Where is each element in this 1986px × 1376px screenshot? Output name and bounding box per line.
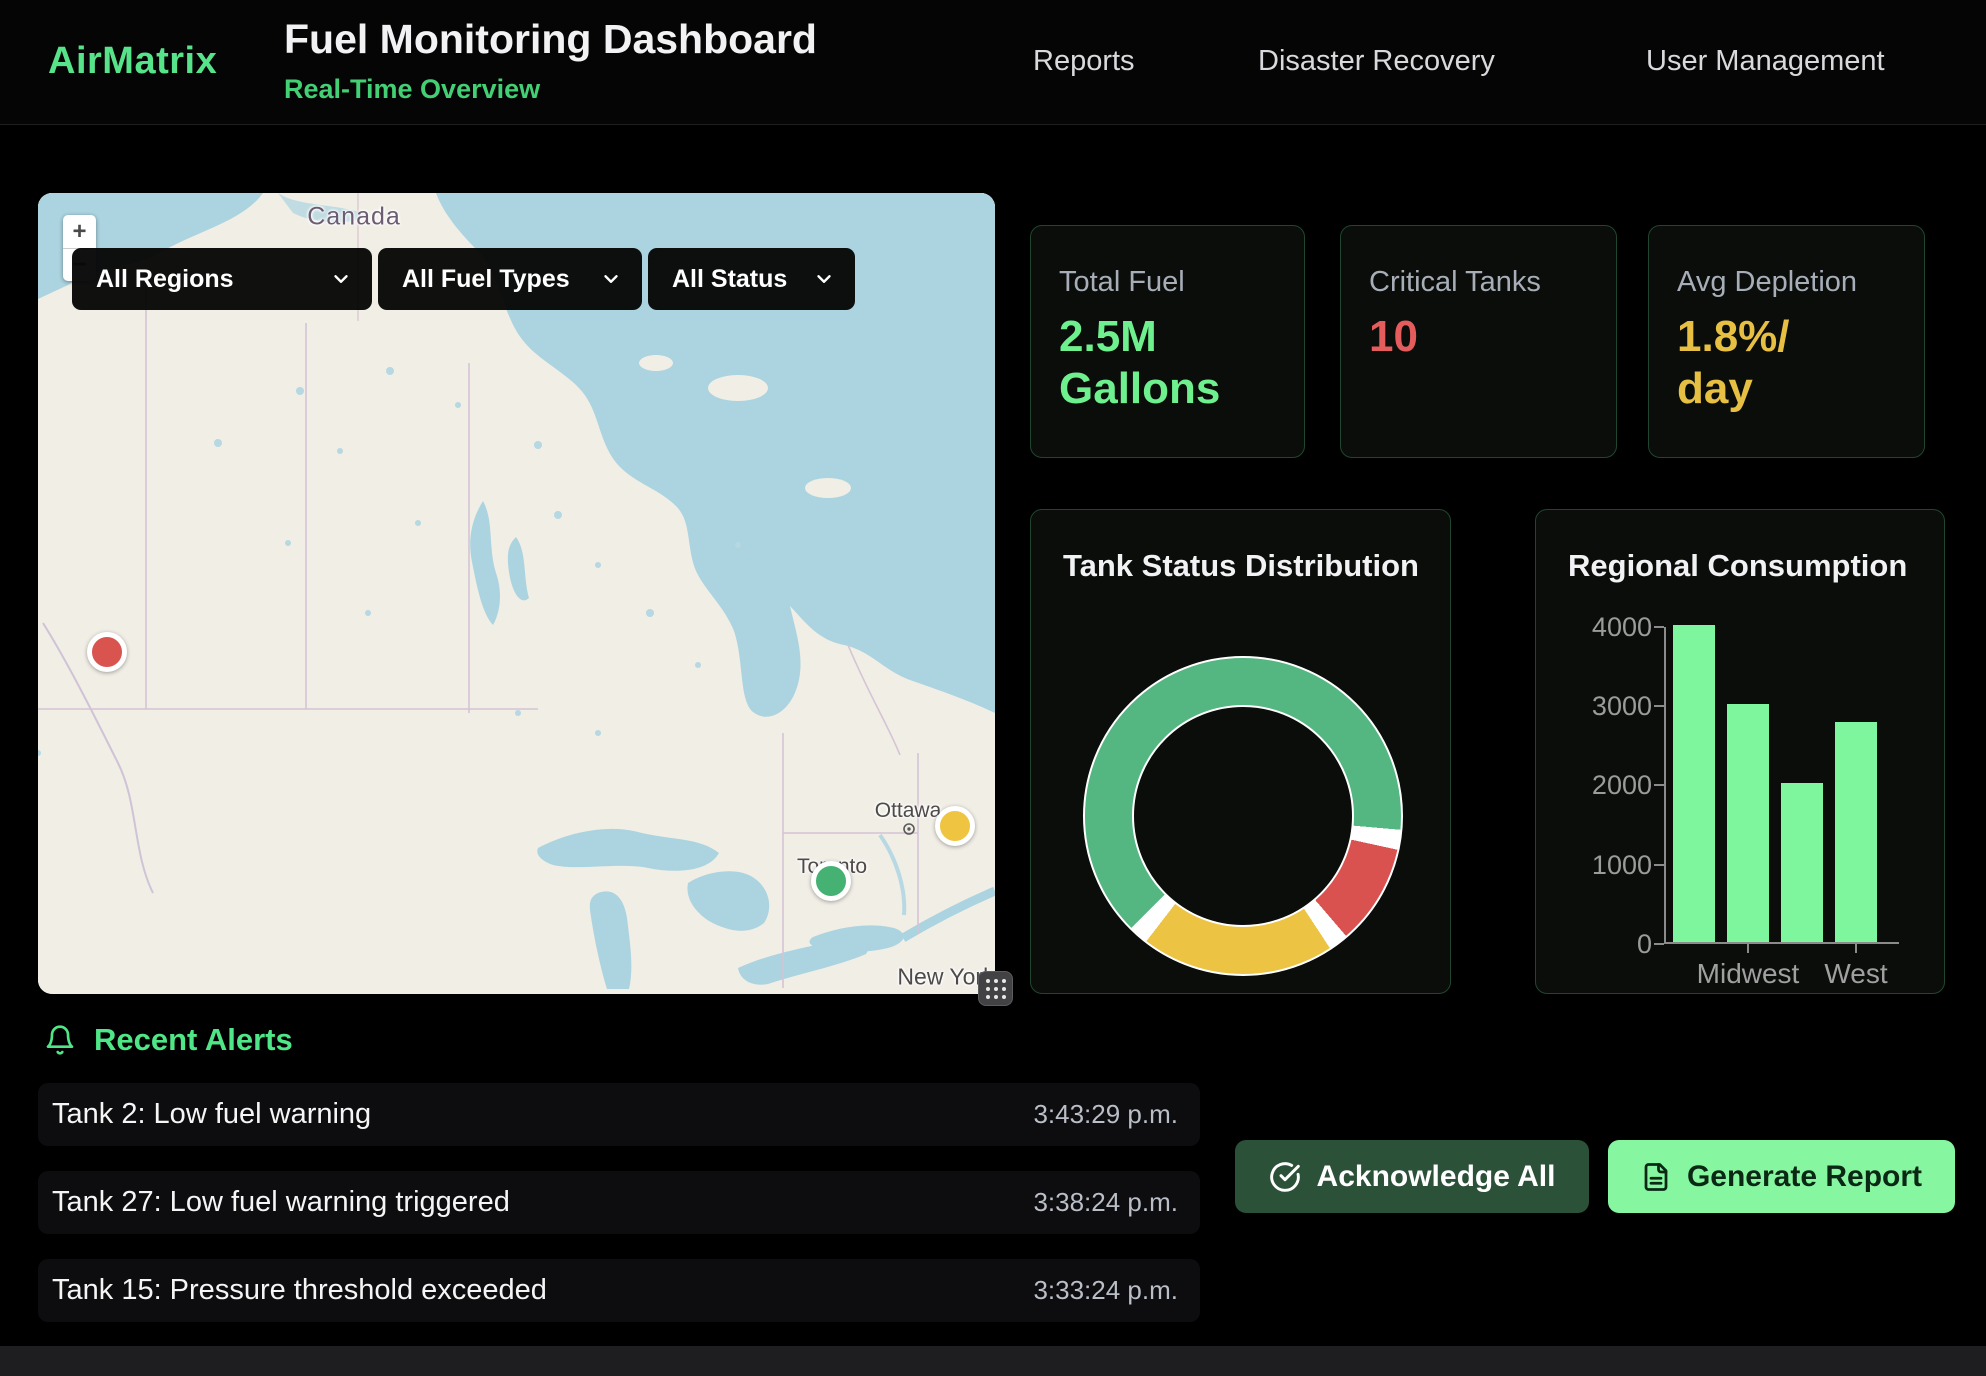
bell-icon <box>44 1023 76 1057</box>
chevron-down-icon <box>600 268 622 290</box>
stat-card-total-fuel: Total Fuel 2.5M Gallons <box>1030 225 1305 458</box>
file-text-icon <box>1641 1162 1671 1192</box>
recent-alerts-header: Recent Alerts <box>44 1022 293 1058</box>
regional-consumption-title: Regional Consumption <box>1568 548 1907 584</box>
header: AirMatrix Fuel Monitoring Dashboard Real… <box>0 0 1986 125</box>
stat-label: Avg Depletion <box>1677 266 1896 299</box>
y-tick-label: 3000 <box>1564 691 1652 722</box>
alert-message: Tank 15: Pressure threshold exceeded <box>52 1274 547 1307</box>
map-panel: Canada Ottawa Toronto New York + − All R… <box>38 193 995 994</box>
map-label-ottawa: Ottawa <box>875 799 942 823</box>
alert-message: Tank 27: Low fuel warning triggered <box>52 1186 510 1219</box>
stat-label: Critical Tanks <box>1369 266 1588 299</box>
check-circle-icon <box>1269 1161 1301 1193</box>
brand-logo: AirMatrix <box>48 40 217 83</box>
nav-user-management[interactable]: User Management <box>1646 45 1885 78</box>
stat-label: Total Fuel <box>1059 266 1276 299</box>
alert-timestamp: 3:43:29 p.m. <box>1033 1099 1178 1130</box>
status-filter-dropdown[interactable]: All Status <box>648 248 855 310</box>
y-tick-label: 2000 <box>1564 770 1652 801</box>
y-axis-tick <box>1654 864 1664 866</box>
tank-status-donut-chart <box>1083 656 1403 976</box>
alert-row-3[interactable]: Tank 15: Pressure threshold exceeded 3:3… <box>38 1259 1200 1322</box>
chevron-down-icon <box>813 268 835 290</box>
x-axis-tick <box>1747 944 1749 953</box>
map-canvas[interactable]: Canada Ottawa Toronto New York + − All R… <box>38 193 995 994</box>
map-label-canada: Canada <box>307 203 401 232</box>
bar-0 <box>1673 625 1715 942</box>
fuel-type-filter-dropdown[interactable]: All Fuel Types <box>378 248 642 310</box>
map-marker-red[interactable] <box>87 632 127 672</box>
bar-3 <box>1835 722 1877 942</box>
x-axis-tick <box>1855 944 1857 953</box>
alert-timestamp: 3:38:24 p.m. <box>1033 1187 1178 1218</box>
map-filters: All Regions All Fuel Types All Status <box>72 248 855 310</box>
region-filter-value: All Regions <box>96 265 234 294</box>
map-marker-yellow[interactable] <box>935 806 975 846</box>
acknowledge-all-label: Acknowledge All <box>1317 1160 1556 1194</box>
chevron-down-icon <box>330 268 352 290</box>
x-tick-label: West <box>1824 958 1887 990</box>
bottom-strip <box>0 1346 1986 1376</box>
y-axis-tick <box>1654 943 1664 945</box>
alert-row-1[interactable]: Tank 2: Low fuel warning 3:43:29 p.m. <box>38 1083 1200 1146</box>
recent-alerts-title: Recent Alerts <box>94 1022 293 1058</box>
nav-disaster-recovery[interactable]: Disaster Recovery <box>1258 45 1495 78</box>
tank-status-title: Tank Status Distribution <box>1063 548 1419 584</box>
bar-2 <box>1781 783 1823 942</box>
bar-1 <box>1727 704 1769 942</box>
zoom-in-button[interactable]: + <box>63 215 96 248</box>
regional-consumption-panel: Regional Consumption MidwestWest01000200… <box>1535 509 1945 994</box>
page-subtitle: Real-Time Overview <box>284 74 540 105</box>
x-tick-label: Midwest <box>1697 958 1800 990</box>
y-axis-tick <box>1654 784 1664 786</box>
status-filter-value: All Status <box>672 265 787 294</box>
region-filter-dropdown[interactable]: All Regions <box>72 248 372 310</box>
donut-hole <box>1132 705 1354 927</box>
y-axis-tick <box>1654 626 1664 628</box>
resize-grip-handle[interactable] <box>978 971 1013 1006</box>
bar-plot-frame: MidwestWest01000200030004000 <box>1664 627 1899 944</box>
generate-report-button[interactable]: Generate Report <box>1608 1140 1955 1213</box>
y-tick-label: 1000 <box>1564 850 1652 881</box>
stat-card-avg-depletion: Avg Depletion 1.8%/day <box>1648 225 1925 458</box>
y-axis-tick <box>1654 705 1664 707</box>
acknowledge-all-button[interactable]: Acknowledge All <box>1235 1140 1589 1213</box>
generate-report-label: Generate Report <box>1687 1160 1922 1194</box>
dashboard-root: AirMatrix Fuel Monitoring Dashboard Real… <box>0 0 1986 1376</box>
stat-value-critical-tanks: 10 <box>1369 311 1588 363</box>
tank-status-panel: Tank Status Distribution <box>1030 509 1451 994</box>
alert-timestamp: 3:33:24 p.m. <box>1033 1275 1178 1306</box>
stat-value-avg-depletion: 1.8%/day <box>1677 311 1815 415</box>
stat-value-total-fuel: 2.5M Gallons <box>1059 311 1244 415</box>
alert-message: Tank 2: Low fuel warning <box>52 1098 371 1131</box>
y-tick-label: 0 <box>1564 929 1652 960</box>
nav-reports[interactable]: Reports <box>1033 45 1135 78</box>
capital-city-icon <box>902 822 916 836</box>
fuel-type-filter-value: All Fuel Types <box>402 265 570 294</box>
alert-row-2[interactable]: Tank 27: Low fuel warning triggered 3:38… <box>38 1171 1200 1234</box>
page-title: Fuel Monitoring Dashboard <box>284 16 817 63</box>
y-tick-label: 4000 <box>1564 612 1652 643</box>
stat-card-critical-tanks: Critical Tanks 10 <box>1340 225 1617 458</box>
map-marker-green[interactable] <box>811 861 851 901</box>
